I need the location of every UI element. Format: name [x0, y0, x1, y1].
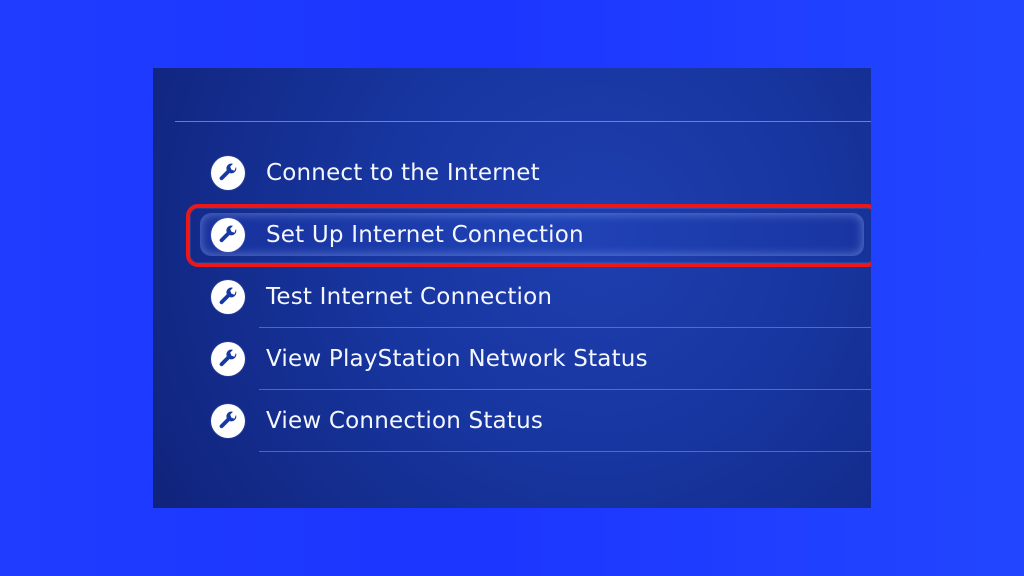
network-settings-panel: Connect to the Internet Set Up Internet …	[153, 68, 871, 508]
menu-item-view-connection-status[interactable]: View Connection Status	[153, 390, 871, 452]
wrench-icon	[211, 342, 245, 376]
wrench-icon	[211, 404, 245, 438]
menu-item-label: Connect to the Internet	[266, 160, 540, 186]
top-divider	[175, 121, 871, 122]
wrench-icon	[211, 156, 245, 190]
wrench-icon	[211, 218, 245, 252]
menu-item-label: Test Internet Connection	[266, 284, 553, 310]
menu-item-label: View PlayStation Network Status	[266, 346, 648, 372]
menu-item-view-playstation-network-status[interactable]: View PlayStation Network Status	[153, 328, 871, 390]
wrench-icon	[211, 280, 245, 314]
menu-item-set-up-internet-connection[interactable]: Set Up Internet Connection	[153, 204, 871, 266]
menu-item-label: View Connection Status	[266, 408, 544, 434]
menu-item-connect-to-internet[interactable]: Connect to the Internet	[153, 142, 871, 204]
menu-item-label: Set Up Internet Connection	[266, 222, 584, 248]
menu-divider	[259, 451, 871, 452]
menu-item-test-internet-connection[interactable]: Test Internet Connection	[153, 266, 871, 328]
